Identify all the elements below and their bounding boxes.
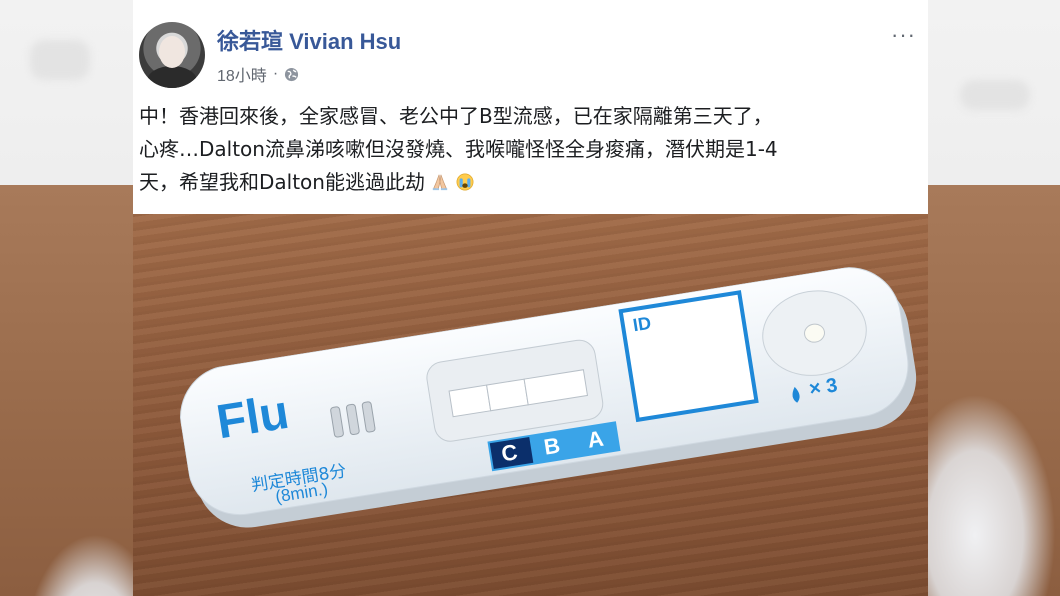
more-options-icon[interactable]: ··· — [891, 24, 916, 46]
meta-separator: · — [272, 65, 279, 82]
post-card: 徐若瑄 Vivian Hsu 18小時 · ··· 中！香港回來後，全家感冒、老… — [133, 0, 928, 214]
crying-face-icon — [456, 173, 474, 191]
avatar[interactable] — [139, 22, 205, 88]
praying-hands-icon — [433, 174, 448, 191]
post-meta: 18小時 · — [217, 62, 299, 86]
post-time[interactable]: 18小時 — [217, 62, 267, 86]
post-text-line: 中！香港回來後，全家感冒、老公中了B型流感，已在家隔離第三天了， — [139, 104, 773, 128]
post-photo[interactable]: Flu ID C B A × 3 判定時間8分 (8min.) — [133, 214, 928, 596]
post-text-line: 心疼…Dalton流鼻涕咳嗽但沒發燒、我喉嚨怪怪全身痠痛，潛伏期是1-4 — [139, 137, 778, 161]
author-name[interactable]: 徐若瑄 Vivian Hsu — [217, 24, 401, 56]
post-text-line-last: 天，希望我和Dalton能逃過此劫 — [139, 166, 919, 199]
flu-test-kit — [179, 267, 917, 528]
post-text-line: 天，希望我和Dalton能逃過此劫 — [139, 170, 425, 194]
post-text: 中！香港回來後，全家感冒、老公中了B型流感，已在家隔離第三天了， 心疼…Dalt… — [139, 100, 919, 199]
globe-icon — [285, 67, 299, 81]
